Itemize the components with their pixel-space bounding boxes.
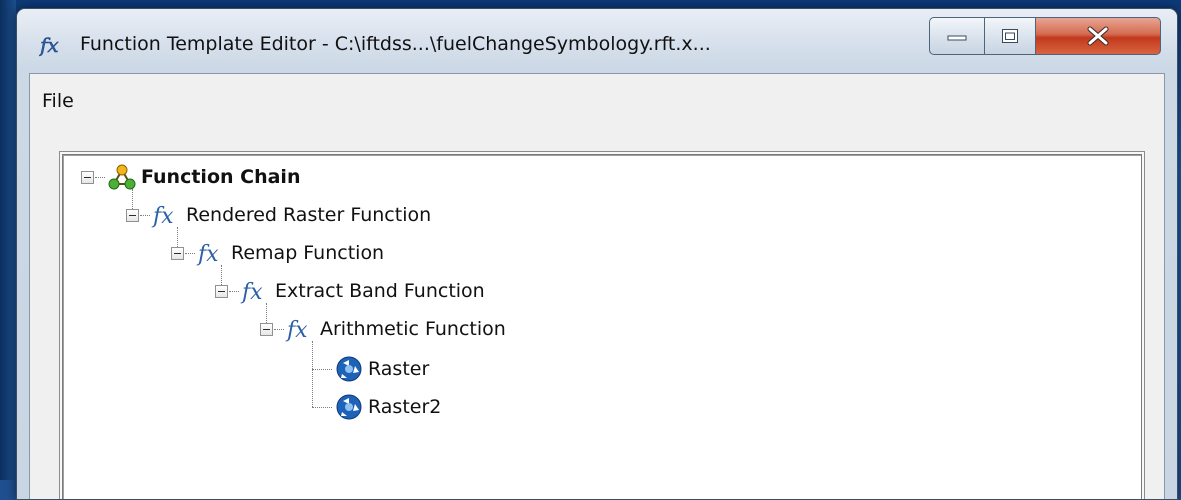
function-template-editor-window: fx Function Template Editor - C:\iftdss.… bbox=[16, 8, 1178, 500]
raster-variable-icon bbox=[336, 394, 362, 420]
tree-node-label: Arithmetic Function bbox=[320, 318, 506, 340]
tree-node-arithmetic-function[interactable]: fx Arithmetic Function bbox=[260, 313, 506, 345]
minimize-icon bbox=[947, 35, 967, 41]
close-button[interactable] bbox=[1035, 17, 1161, 55]
tree-connector bbox=[95, 176, 105, 178]
menu-bar: File bbox=[30, 74, 1164, 124]
close-icon bbox=[1087, 26, 1109, 46]
tree-node-remap-function[interactable]: fx Remap Function bbox=[171, 237, 384, 269]
window-title: Function Template Editor - C:\iftdss...\… bbox=[80, 33, 711, 55]
tree-node-extract-band-function[interactable]: fx Extract Band Function bbox=[215, 275, 485, 307]
collapse-toggle[interactable] bbox=[215, 284, 228, 298]
tree-node-rendered-raster-function[interactable]: fx Rendered Raster Function bbox=[126, 199, 431, 231]
maximize-icon bbox=[1002, 29, 1018, 43]
svg-text:fx: fx bbox=[240, 280, 263, 305]
tree-node-label: Extract Band Function bbox=[275, 280, 485, 302]
minimize-button[interactable] bbox=[929, 17, 985, 55]
collapse-toggle[interactable] bbox=[171, 246, 184, 260]
menu-file[interactable]: File bbox=[40, 90, 76, 112]
tree-connector bbox=[229, 290, 239, 292]
tree-connector bbox=[274, 328, 284, 330]
function-fx-icon: fx bbox=[151, 204, 174, 229]
tree-node-label: Rendered Raster Function bbox=[186, 204, 432, 226]
tree-node-label: Raster bbox=[368, 358, 430, 380]
collapse-toggle[interactable] bbox=[126, 208, 139, 222]
tree-connector bbox=[312, 369, 332, 370]
collapse-toggle[interactable] bbox=[260, 322, 273, 336]
tree-connector bbox=[312, 341, 313, 407]
svg-text:fx: fx bbox=[151, 204, 174, 229]
fx-app-icon: fx bbox=[39, 33, 59, 58]
tree-connector bbox=[185, 252, 195, 254]
window-client-area: File Function Chain fx Rendered Raster F… bbox=[29, 73, 1165, 499]
svg-text:fx: fx bbox=[39, 33, 59, 57]
function-fx-icon: fx bbox=[196, 242, 219, 267]
tree-node-raster[interactable]: Raster bbox=[333, 353, 429, 385]
collapse-toggle[interactable] bbox=[81, 170, 94, 184]
tree-node-label: Function Chain bbox=[141, 166, 301, 188]
svg-text:fx: fx bbox=[196, 242, 219, 267]
function-tree-view[interactable]: Function Chain fx Rendered Raster Functi… bbox=[62, 154, 1142, 499]
raster-variable-icon bbox=[336, 356, 362, 382]
svg-text:fx: fx bbox=[285, 318, 308, 343]
tree-node-function-chain[interactable]: Function Chain bbox=[81, 161, 300, 193]
title-bar[interactable]: fx Function Template Editor - C:\iftdss.… bbox=[17, 9, 1177, 73]
function-fx-icon: fx bbox=[285, 318, 308, 343]
tree-connector bbox=[140, 214, 150, 216]
maximize-button[interactable] bbox=[984, 17, 1036, 55]
function-fx-icon: fx bbox=[240, 280, 263, 305]
tree-node-label: Raster2 bbox=[368, 396, 442, 418]
tree-connector bbox=[312, 407, 332, 408]
tree-node-raster2[interactable]: Raster2 bbox=[333, 391, 441, 423]
function-chain-icon bbox=[108, 164, 136, 190]
desktop-edge bbox=[0, 0, 16, 480]
tree-node-label: Remap Function bbox=[231, 242, 385, 264]
